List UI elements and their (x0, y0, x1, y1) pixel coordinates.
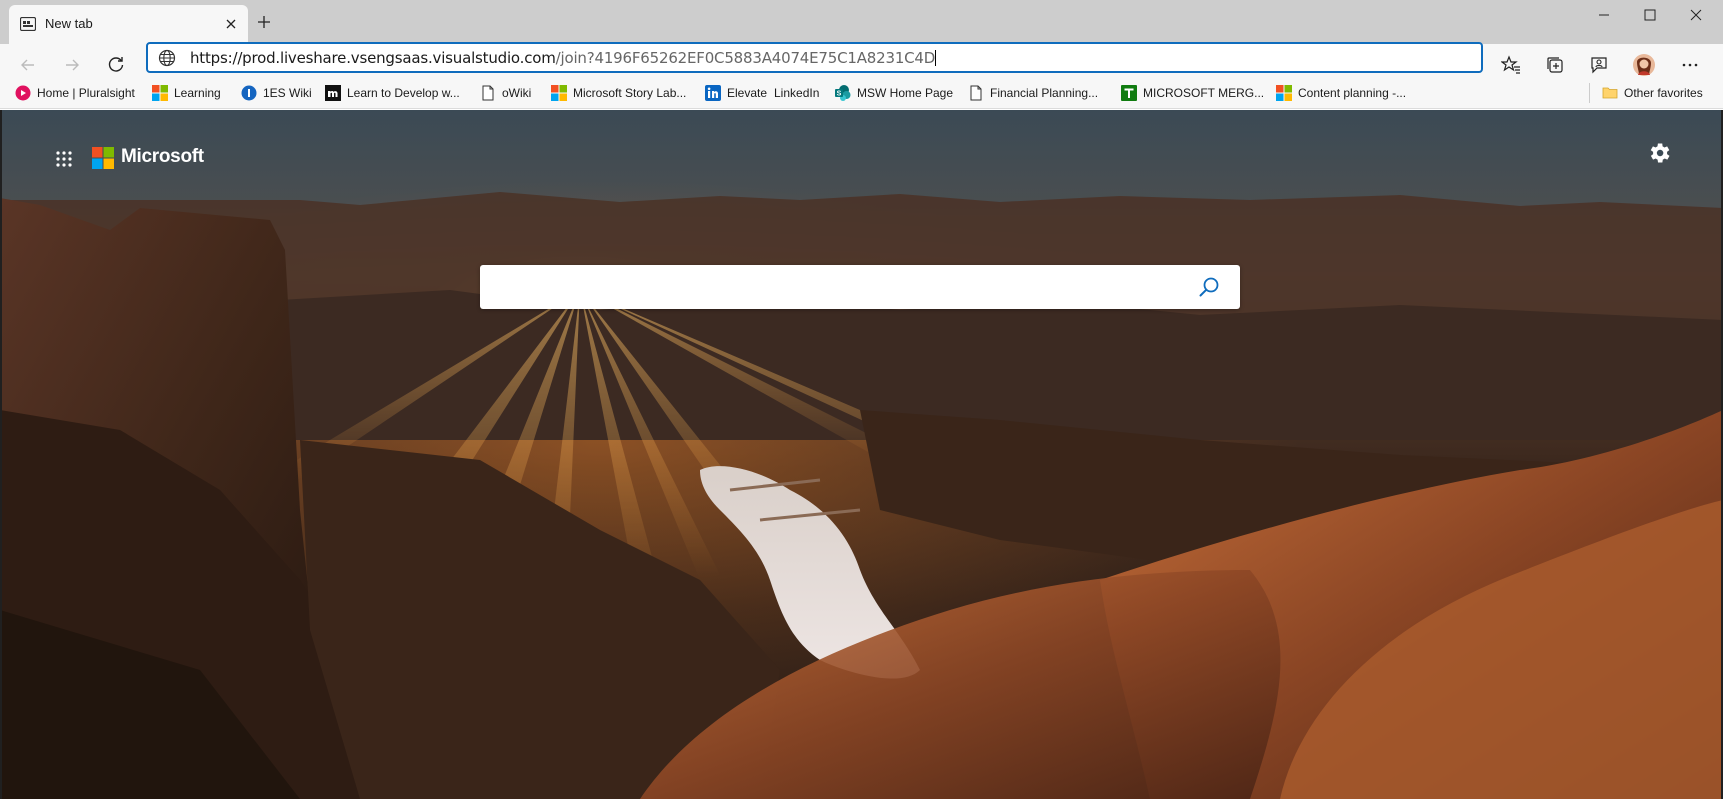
page-icon (482, 85, 494, 101)
background-landscape-image (0, 192, 1723, 799)
app-launcher-icon[interactable] (55, 150, 73, 168)
favorite-label: Home | Pluralsight (37, 86, 135, 100)
tab-close-icon[interactable] (220, 13, 242, 35)
tab-title: New tab (45, 16, 93, 31)
settings-gear-icon[interactable] (1646, 140, 1672, 166)
new-tab-button[interactable] (252, 10, 276, 34)
favorites-divider (1589, 83, 1590, 103)
search-icon[interactable] (1198, 276, 1220, 298)
favorite-label: Financial Planning... (990, 86, 1099, 100)
microsoft-icon (1276, 85, 1292, 101)
favorite-item[interactable]: Microsoft Story Lab... (551, 83, 686, 103)
microsoft-icon (152, 85, 168, 101)
url-path: /join?4196F65262EF0C5883A4074E75C1A8231C… (555, 49, 936, 67)
favorite-label: LinkedIn (774, 86, 820, 100)
favorite-item[interactable]: Content planning -... (1276, 83, 1406, 103)
tab-strip: New tab (0, 0, 1723, 44)
favorite-item[interactable]: LinkedIn (774, 83, 819, 103)
favorite-item[interactable]: Learn to Develop w... (325, 83, 460, 103)
m-icon (325, 85, 341, 101)
favorite-item[interactable]: S MSW Home Page (835, 83, 953, 103)
close-icon[interactable] (1673, 0, 1719, 30)
svg-text:S: S (837, 91, 842, 98)
favorite-label: Content planning -... (1298, 86, 1407, 100)
favorite-item[interactable]: Financial Planning... (968, 83, 1098, 103)
other-favorites-label: Other favorites (1624, 86, 1703, 100)
microsoft-icon (551, 85, 567, 101)
new-tab-icon (20, 17, 36, 31)
new-tab-page: Microsoft (0, 110, 1723, 799)
window-border-left (0, 110, 2, 799)
sharepoint-icon: S (835, 85, 851, 101)
favorite-item[interactable]: Home | Pluralsight (15, 83, 135, 103)
search-box[interactable] (480, 265, 1240, 309)
t-icon (1121, 85, 1137, 101)
url-text[interactable]: https://prod.liveshare.vsengsaas.visuals… (190, 49, 937, 67)
favorite-item[interactable]: Learning (152, 83, 221, 103)
globe-icon (158, 49, 176, 67)
favorite-item[interactable]: MICROSOFT MERG... (1121, 83, 1264, 103)
url-host: https://prod.liveshare.vsengsaas.visuals… (190, 49, 556, 67)
address-bar[interactable]: https://prod.liveshare.vsengsaas.visuals… (146, 42, 1483, 73)
search-input[interactable] (496, 275, 1156, 299)
favorite-label: 1ES Wiki (263, 86, 312, 100)
minimize-icon[interactable] (1581, 0, 1627, 30)
pluralsight-icon (15, 85, 31, 101)
linkedin-icon (705, 85, 721, 101)
maximize-icon[interactable] (1627, 0, 1673, 30)
favorite-label: MICROSOFT MERG... (1143, 86, 1265, 100)
favorite-label: MSW Home Page (857, 86, 954, 100)
favorite-item[interactable]: 1ES Wiki (241, 83, 312, 103)
favorite-label: Learn to Develop w... (347, 86, 460, 100)
favorite-label: Learning (174, 86, 221, 100)
other-favorites[interactable]: Other favorites (1602, 83, 1703, 103)
page-icon (970, 85, 982, 101)
tab-new-tab[interactable]: New tab (9, 5, 248, 44)
1es-icon (241, 85, 257, 101)
favorite-item[interactable]: oWiki (480, 83, 531, 103)
favorite-label: Elevate (727, 86, 768, 100)
favorite-item[interactable]: Elevate (705, 83, 767, 103)
folder-icon (1602, 87, 1618, 99)
favorite-label: oWiki (502, 86, 532, 100)
favorites-bar: Home | Pluralsight Learning 1ES Wiki Lea… (0, 77, 1723, 109)
favorite-label: Microsoft Story Lab... (573, 86, 687, 100)
microsoft-logo (92, 147, 114, 169)
microsoft-brand-text: Microsoft (121, 146, 204, 167)
